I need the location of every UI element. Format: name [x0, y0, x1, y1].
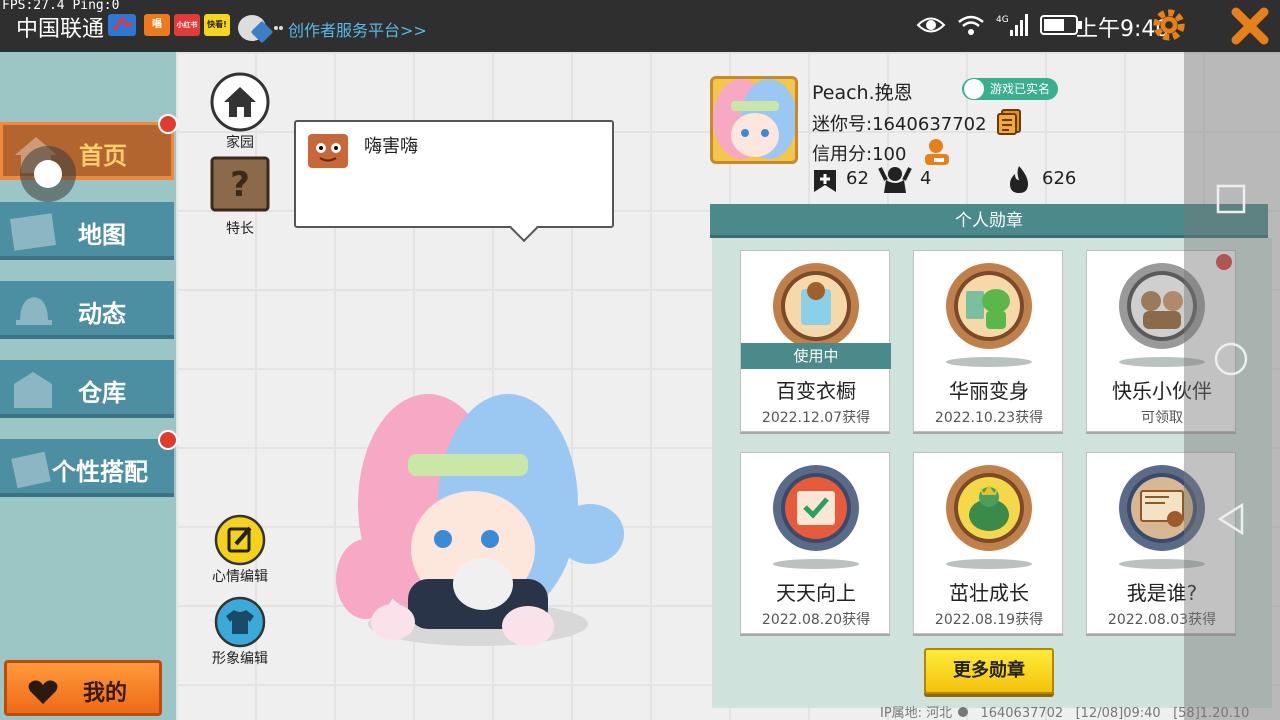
wifi-icon: [958, 15, 984, 35]
talent-icon[interactable]: ?: [210, 156, 270, 212]
verified-badge: 游戏已实名: [962, 78, 1059, 100]
mood-text: 嗨害嗨: [364, 136, 418, 157]
home-garden-label: 家园: [226, 135, 254, 151]
recent-apps-icon[interactable]: [1216, 184, 1246, 214]
look-edit-label: 形象编辑: [212, 651, 268, 667]
talent-label: 特长: [226, 221, 254, 237]
creator-platform-link[interactable]: 创作者服务平台>>: [288, 17, 427, 41]
wardrobe-medal-icon: [773, 263, 859, 349]
bell-icon: [16, 297, 52, 325]
gear-icon[interactable]: [1150, 6, 1188, 44]
hot-fire-icon: [1010, 166, 1028, 193]
hot-count: 626: [1042, 168, 1077, 189]
medal-card[interactable]: 使用中 百变衣橱 2022.12.07获得: [740, 250, 891, 432]
profile-avatar[interactable]: [710, 76, 798, 164]
medal-name: 华丽变身: [949, 379, 1029, 403]
app-notification-icon: 小红书: [174, 14, 200, 36]
svg-text:?: ?: [230, 165, 250, 205]
floating-assistive-ball[interactable]: [20, 146, 76, 202]
warehouse-icon: [14, 372, 52, 408]
mood-edit-label: 心情编辑: [212, 569, 268, 585]
medal-date: 2022.10.23获得: [934, 410, 1044, 426]
sidebar: 首页 地图 动态 仓库 个性搭配: [0, 52, 178, 720]
carrier-name: 中国联通: [16, 17, 105, 42]
android-nav-bar: [1184, 52, 1280, 720]
avatar-face-icon: [713, 79, 795, 159]
medal-card[interactable]: 天天向上 2022.08.20获得: [740, 452, 890, 634]
heart-icon: [28, 680, 58, 704]
fps-readout: FPS:27.4 Ping:0: [2, 0, 120, 13]
grow-strong-medal-icon: [946, 465, 1032, 551]
mini-id: 迷你号:1640637702: [812, 114, 987, 135]
app-notification-icon: [108, 14, 136, 36]
outfit-icon: [11, 451, 51, 489]
sidebar-item-map[interactable]: 地图: [0, 202, 174, 260]
character-avatar-figure[interactable]: [318, 354, 634, 670]
status-bar: 中国联通 FPS:27.4 Ping:0 唱 小红书 快看! 创作者服务平台>>…: [0, 0, 1280, 52]
footer-id: 1640637702: [980, 706, 1064, 720]
notification-badge: [158, 114, 178, 134]
home-circle-icon[interactable]: [1214, 342, 1248, 376]
sidebar-item-warehouse[interactable]: 仓库: [0, 360, 174, 418]
sidebar-item-label: 首页: [79, 142, 127, 170]
app-notification-icon: 唱: [144, 14, 170, 36]
sidebar-item-label: 仓库: [78, 379, 126, 407]
map-icon: [9, 213, 57, 251]
medal-name: 百变衣橱: [776, 379, 856, 403]
sidebar-item-outfit[interactable]: 个性搭配: [0, 439, 174, 497]
medal-card[interactable]: 华丽变身 2022.10.23获得: [913, 250, 1063, 432]
svg-text:4G: 4G: [996, 15, 1009, 25]
likes-count: 62: [846, 168, 869, 189]
credit-person-icon[interactable]: [922, 138, 952, 166]
daily-progress-medal-icon: [773, 465, 859, 551]
eye-icon: [916, 17, 946, 33]
home-garden-icon[interactable]: [210, 72, 270, 132]
sidebar-item-activity[interactable]: 动态: [0, 281, 174, 339]
ip-location: IP属地: 河北: [880, 706, 953, 720]
look-edit-icon[interactable]: [214, 596, 266, 648]
medal-name: 茁壮成长: [949, 581, 1029, 605]
footer-timestamp: [12/08]09:40: [1075, 706, 1161, 720]
medal-date: 2022.08.19获得: [934, 612, 1044, 628]
back-triangle-icon[interactable]: [1216, 502, 1246, 536]
app-notification-icon: 快看!: [204, 14, 230, 36]
sidebar-item-label: 个性搭配: [52, 458, 148, 486]
mood-edit-icon[interactable]: [214, 514, 266, 566]
mine-label: 我的: [83, 681, 128, 706]
info-icon: [958, 707, 969, 717]
mine-button[interactable]: 我的: [4, 660, 162, 716]
signal-icon: 4G: [996, 14, 1028, 36]
sidebar-item-label: 地图: [78, 221, 126, 249]
mood-speech-bubble: 嗨害嗨: [294, 120, 614, 228]
more-medals-button[interactable]: 更多勋章: [924, 648, 1054, 694]
medal-name: 天天向上: [776, 581, 856, 605]
notification-badge: [158, 430, 178, 450]
medal-date: 2022.08.20获得: [761, 612, 871, 628]
fans-count: 4: [920, 168, 932, 189]
mood-face-icon: [308, 134, 348, 168]
copy-icon[interactable]: [996, 108, 1022, 136]
transform-medal-icon: [946, 263, 1032, 349]
in-use-badge: 使用中: [741, 343, 891, 369]
medal-date: 2022.12.07获得: [761, 410, 871, 426]
chat-bubble-icon: [238, 15, 283, 43]
credit-score: 信用分:100: [812, 144, 907, 165]
nickname: Peach.挽恩: [812, 82, 913, 104]
close-icon[interactable]: [1228, 4, 1272, 48]
fans-icon: [878, 167, 912, 193]
likes-icon: [814, 170, 836, 192]
sidebar-item-label: 动态: [78, 300, 126, 328]
medal-card[interactable]: 茁壮成长 2022.08.19获得: [913, 452, 1063, 634]
